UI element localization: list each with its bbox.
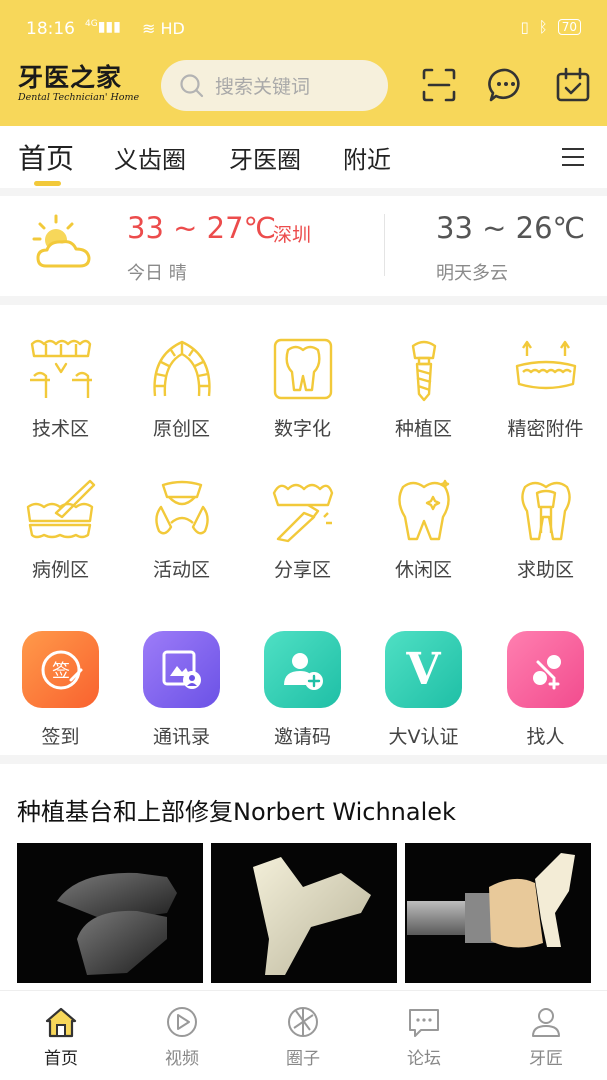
scan-icon[interactable] [420, 66, 458, 104]
sign-in-icon: 签 [22, 631, 99, 708]
forum-icon [409, 1009, 439, 1037]
contacts-button[interactable]: 通讯录 [121, 631, 242, 749]
nav-label: 圈子 [286, 1049, 320, 1069]
dental-bridge-icon [29, 339, 92, 398]
category-label: 休闲区 [394, 559, 452, 581]
search-icon [180, 73, 204, 97]
category-case[interactable]: 病例区 [0, 477, 121, 582]
partial-denture-icon [154, 480, 209, 535]
contacts-icon [143, 631, 220, 708]
invite-user-icon [264, 631, 341, 708]
category-label: 活动区 [152, 559, 210, 581]
category-attachment[interactable]: 精密附件 [485, 336, 606, 441]
nav-circle[interactable]: 圈子 [263, 1006, 343, 1069]
sign-in-button[interactable]: 签 签到 [0, 631, 121, 749]
nav-label: 视频 [165, 1049, 199, 1069]
article-thumbnail[interactable] [405, 843, 591, 983]
function-label: 找人 [526, 726, 565, 748]
logo-subtitle: Dental Technician' Home [18, 92, 140, 103]
digital-tooth-icon [273, 338, 332, 400]
tomorrow-temperature: 33 ~ 26℃ [436, 211, 586, 245]
teeth-brush-icon [26, 479, 95, 539]
wifi-indicator: ≋ HD [142, 19, 185, 38]
category-activity[interactable]: 活动区 [121, 477, 242, 582]
invite-code-button[interactable]: 邀请码 [242, 631, 363, 749]
profile-icon [532, 1008, 560, 1037]
find-people-button[interactable]: 找人 [485, 631, 606, 749]
weather-divider [384, 214, 385, 276]
home-icon [45, 1007, 77, 1038]
app-logo[interactable]: 牙医之家 Dental Technician' Home [18, 63, 140, 112]
denture-attachment-icon [515, 340, 576, 390]
dental-arch-icon [152, 340, 211, 397]
message-icon[interactable] [487, 66, 525, 104]
nav-label: 首页 [44, 1049, 78, 1069]
sparkle-tooth-icon [397, 479, 450, 541]
category-original[interactable]: 原创区 [121, 336, 242, 441]
bluetooth-icon: ᛒ [538, 18, 548, 36]
video-play-icon [167, 1007, 197, 1037]
category-tabs [0, 126, 607, 188]
tab-denture-circle[interactable]: 义齿圈 [114, 140, 186, 175]
menu-icon[interactable] [562, 148, 584, 166]
logo-text: 牙医之家 [18, 63, 123, 92]
category-label: 种植区 [394, 418, 452, 440]
nav-label: 论坛 [407, 1049, 441, 1069]
active-tab-indicator [34, 181, 61, 186]
vibrate-icon: ▯ [520, 18, 529, 36]
function-label: 邀请码 [273, 726, 331, 748]
function-label: 签到 [41, 726, 80, 748]
dental-implant-icon [411, 340, 436, 402]
category-tech[interactable]: 技术区 [0, 336, 121, 441]
v-verify-icon: V [385, 631, 462, 708]
tab-nearby[interactable]: 附近 [343, 140, 391, 175]
category-label: 分享区 [273, 559, 331, 581]
tab-dentist-circle[interactable]: 牙医圈 [229, 140, 301, 175]
category-leisure[interactable]: 休闲区 [363, 477, 484, 582]
category-label: 数字化 [273, 418, 331, 440]
category-label: 技术区 [31, 418, 89, 440]
function-label: 大V认证 [388, 726, 459, 748]
status-right: ▯ ᛒ 70 [520, 18, 581, 36]
today-weather-desc: 今日 晴 [127, 263, 187, 284]
category-label: 病例区 [31, 559, 89, 581]
signal-indicator: 4G▮▮▮ [85, 19, 121, 35]
tab-home[interactable]: 首页 [18, 137, 74, 177]
category-label: 精密附件 [507, 418, 584, 440]
nav-video[interactable]: 视频 [142, 1006, 222, 1069]
article-title[interactable]: 种植基台和上部修复Norbert Wichnalek [17, 792, 456, 827]
search-bar[interactable]: 搜索关键词 [161, 60, 388, 111]
article-thumbnail[interactable] [17, 843, 203, 983]
category-digital[interactable]: 数字化 [242, 336, 363, 441]
calendar-check-icon[interactable] [554, 66, 592, 104]
nav-home[interactable]: 首页 [21, 1006, 101, 1069]
veneer-icon [272, 483, 333, 543]
category-help[interactable]: 求助区 [485, 477, 606, 582]
function-label: 通讯录 [152, 726, 210, 748]
nav-profile[interactable]: 牙匠 [506, 1006, 586, 1069]
tomorrow-weather-desc: 明天多云 [436, 263, 508, 284]
tooth-root-icon [520, 481, 571, 541]
battery-indicator: 70 [557, 19, 581, 35]
category-label: 求助区 [516, 559, 574, 581]
search-input[interactable]: 搜索关键词 [215, 72, 310, 99]
find-people-icon [507, 631, 584, 708]
category-label: 原创区 [152, 418, 210, 440]
svg-text:签: 签 [52, 661, 70, 682]
category-share[interactable]: 分享区 [242, 477, 363, 582]
v-verify-button[interactable]: V 大V认证 [363, 631, 484, 749]
weather-city[interactable]: 深圳 [273, 220, 311, 247]
aperture-icon [288, 1007, 318, 1037]
nav-forum[interactable]: 论坛 [384, 1006, 464, 1069]
status-bar: 18:16 4G▮▮▮ ≋ HD ▯ ᛒ 70 [0, 0, 607, 58]
category-implant[interactable]: 种植区 [363, 336, 484, 441]
partly-cloudy-icon [32, 214, 91, 268]
article-thumbnail[interactable] [211, 843, 397, 983]
nav-label: 牙匠 [529, 1049, 563, 1069]
status-time: 18:16 [26, 19, 75, 39]
today-temperature: 33 ~ 27℃ [127, 211, 277, 245]
